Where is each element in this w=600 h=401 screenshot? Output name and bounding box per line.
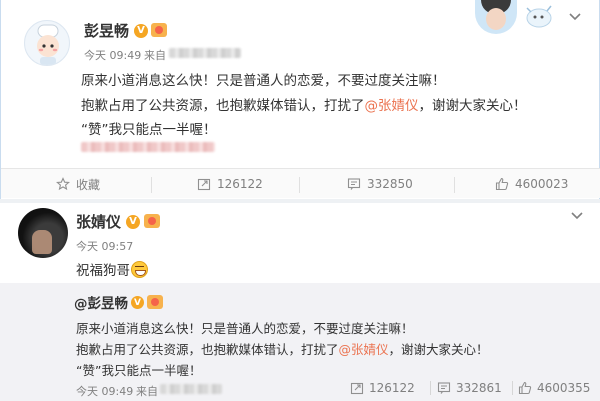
quoted-text-line-2: 抱歉占用了公共资源，也抱歉媒体错认，打扰了@张婧仪，谢谢大家关心！ <box>76 339 489 358</box>
quoted-like-count: 4600355 <box>537 381 591 395</box>
member-badge-icon <box>147 295 163 309</box>
commenter-name[interactable]: 张婧仪 <box>76 211 121 232</box>
thumbs-up-icon <box>518 381 532 395</box>
quoted-text-line-2-part-3: ，谢谢大家关心！ <box>388 342 489 357</box>
quoted-like-button[interactable]: 4600355 <box>518 378 590 398</box>
post-text-line-2-part-1: 抱歉占用了公共资源，也抱歉媒体错认，打扰了 <box>81 98 365 114</box>
cover-avatar-face <box>486 8 506 30</box>
post-menu-chevron-icon[interactable] <box>568 12 582 22</box>
member-badge-icon <box>144 214 160 228</box>
quoted-repost-count: 126122 <box>369 381 415 395</box>
weibo-post-card: 彭昱畅 V 今天 09:49 来自 原来小道消息这么快！只是普通人的恋爱，不要过… <box>0 0 600 200</box>
grin-emoji-icon <box>131 261 148 278</box>
quoted-text-line-2-part-1: 抱歉占用了公共资源，也抱歉媒体错认，打扰了 <box>76 342 339 357</box>
favorite-label: 收藏 <box>76 177 101 192</box>
member-badge-icon <box>151 23 167 37</box>
action-divider <box>151 177 152 193</box>
post-text-line-2: 抱歉占用了公共资源，也抱歉媒体错认，打扰了@张婧仪，谢谢大家关心！ <box>81 94 527 114</box>
repost-count: 126122 <box>217 177 263 191</box>
favorite-button[interactable]: 收藏 <box>56 169 100 199</box>
quoted-time[interactable]: 今天 09:49 <box>76 383 133 399</box>
comment-icon <box>437 382 451 394</box>
thumbs-up-icon <box>495 177 509 191</box>
profile-cover-avatar <box>475 0 517 34</box>
action-divider <box>430 381 431 395</box>
quoted-mention-link[interactable]: @张婧仪 <box>339 342 389 357</box>
commenter-avatar[interactable] <box>18 208 68 258</box>
comment-icon <box>347 178 361 190</box>
post-action-bar: 收藏 126122 332850 4600023 <box>1 168 600 198</box>
post-text-line-3: “赞”我只能点一半喔！ <box>81 122 217 138</box>
repost-icon <box>350 382 364 395</box>
post-link-blurred <box>81 142 215 152</box>
post-source-blurred <box>169 48 241 58</box>
commenter-avatar-hand <box>32 230 52 254</box>
quoted-author-name[interactable]: @彭昱畅 <box>74 292 128 312</box>
post-author-name[interactable]: 彭昱畅 <box>84 20 129 41</box>
star-icon <box>56 177 70 191</box>
post-time[interactable]: 今天 09:49 <box>84 47 141 63</box>
verified-v-icon: V <box>126 215 140 229</box>
quoted-repost-button[interactable]: 126122 <box>350 378 415 398</box>
post-text-line-2-part-3: ，谢谢大家关心！ <box>418 98 527 114</box>
mention-link[interactable]: @张婧仪 <box>365 98 419 114</box>
action-divider <box>454 177 455 193</box>
verified-v-icon: V <box>134 24 148 38</box>
comment-time[interactable]: 今天 09:57 <box>76 238 133 254</box>
comment-text-content: 祝福狗哥 <box>76 263 130 279</box>
chef-cartoon-avatar-icon <box>37 24 59 65</box>
quoted-text-line-1: 原来小道消息这么快！只是普通人的恋爱，不要过度关注嘛！ <box>76 321 414 336</box>
like-count: 4600023 <box>515 177 569 191</box>
verified-v-icon: V <box>131 296 144 309</box>
quoted-comment-button[interactable]: 332861 <box>437 378 502 398</box>
quoted-source-blurred <box>160 384 222 394</box>
quoted-comment-count: 332861 <box>456 381 502 395</box>
card-divider <box>0 199 600 203</box>
cartoon-decoration-icon <box>526 5 552 28</box>
post-source-prefix: 来自 <box>144 49 166 62</box>
comment-button[interactable]: 332850 <box>347 169 413 199</box>
comment-count: 332850 <box>367 177 413 191</box>
repost-button[interactable]: 126122 <box>197 169 263 199</box>
action-divider <box>299 177 300 193</box>
comment-menu-chevron-icon[interactable] <box>570 210 584 225</box>
quoted-text-line-3: “赞”我只能点一半喔！ <box>76 363 202 378</box>
repost-icon <box>197 178 211 191</box>
comment-text: 祝福狗哥 <box>76 259 148 279</box>
post-text-line-1: 原来小道消息这么快！只是普通人的恋爱，不要过度关注嘛！ <box>81 73 446 89</box>
author-avatar[interactable] <box>24 20 70 66</box>
action-divider <box>512 381 513 395</box>
quoted-source-prefix: 来自 <box>136 385 158 398</box>
like-button[interactable]: 4600023 <box>495 169 568 199</box>
